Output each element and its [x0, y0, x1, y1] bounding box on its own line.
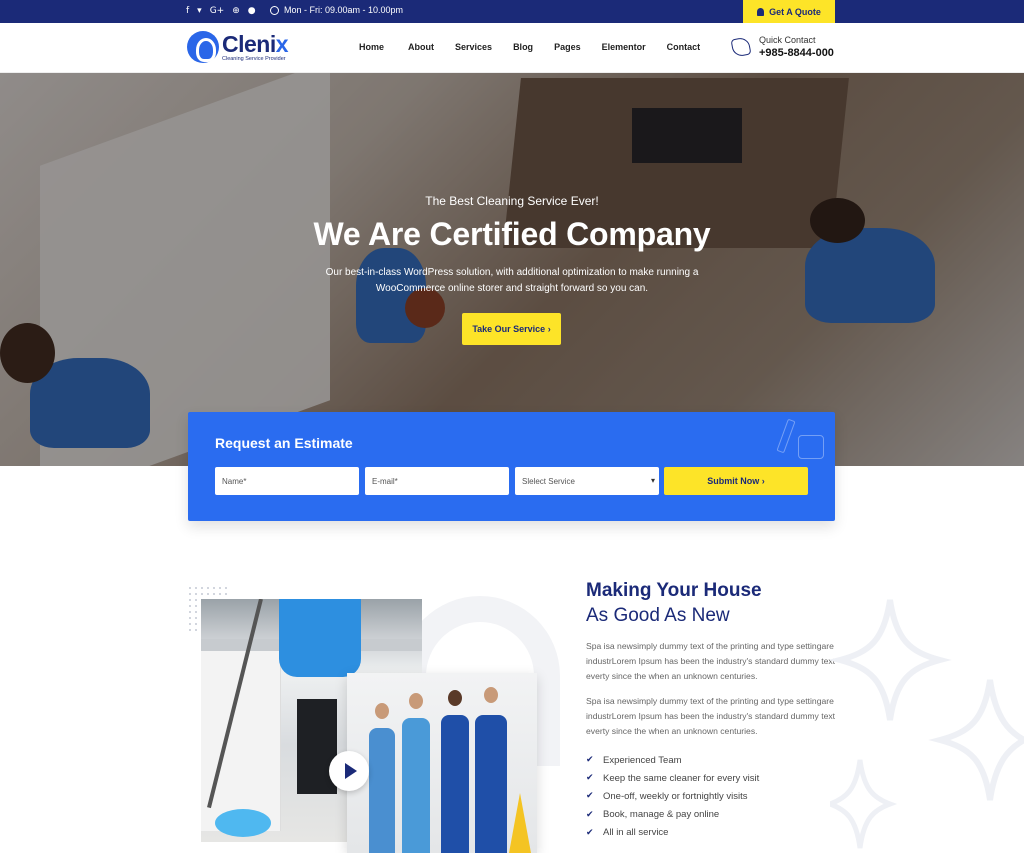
check-icon: ✔ — [586, 755, 594, 766]
facebook-icon[interactable]: f — [186, 5, 189, 17]
logo-name-main: Cleni — [222, 30, 276, 57]
nav-item-blog[interactable]: Blog — [513, 42, 533, 52]
list-item: ✔ Keep the same cleaner for every visit — [586, 769, 759, 787]
list-item: ✔ One-off, weekly or fortnightly visits — [586, 787, 759, 805]
team-member-3-head — [448, 690, 462, 706]
clock-icon — [270, 5, 279, 15]
list-item-label: Keep the same cleaner for every visit — [603, 772, 760, 784]
list-item: ✔ All in all service — [586, 824, 759, 842]
quick-contact-text: Quick Contact +985-8844-000 — [759, 34, 834, 60]
get-a-quote-button[interactable]: Get A Quote — [743, 0, 835, 23]
logo[interactable]: Clenix Cleaning Service Provider — [187, 30, 289, 63]
check-icon: ✔ — [586, 827, 594, 838]
nav-item-contact[interactable]: Contact — [667, 42, 701, 52]
list-item: ✔ Experienced Team — [586, 751, 759, 769]
sparkle-decoration-icon — [830, 599, 1024, 849]
social-links: f ▾ G+ ⊕ ● — [186, 5, 256, 17]
logo-name: Clenix — [222, 30, 289, 57]
list-item: ✔ Book, manage & pay online — [586, 806, 759, 824]
hero-description: Our best-in-class WordPress solution, wi… — [325, 267, 699, 294]
team-member-2 — [402, 718, 430, 853]
name-field[interactable]: Name* — [215, 467, 359, 495]
mop-head — [215, 809, 271, 837]
check-icon: ✔ — [586, 791, 594, 802]
nav-item-about[interactable]: About — [408, 42, 434, 52]
list-item-label: One-off, weekly or fortnightly visits — [603, 790, 748, 802]
about-title-line1: Making Your House — [586, 580, 762, 601]
logo-text: Clenix Cleaning Service Provider — [222, 30, 289, 63]
hero-title: We Are Certified Company — [313, 216, 711, 252]
team-member-4 — [475, 715, 507, 853]
list-item-label: All in all service — [603, 827, 669, 839]
team-member-4-head — [484, 687, 498, 703]
site-header: Clenix Cleaning Service Provider Home Ab… — [0, 23, 1024, 73]
pinterest-icon[interactable]: ⊕ — [232, 5, 240, 17]
about-title-line2: As Good As New — [586, 605, 730, 626]
check-icon: ✔ — [586, 809, 594, 820]
hero-subtitle: The Best Cleaning Service Ever! — [425, 194, 599, 208]
quick-contact-number: +985-8844-000 — [759, 47, 834, 59]
get-a-quote-label: Get A Quote — [769, 6, 821, 17]
list-item-label: Experienced Team — [603, 754, 682, 766]
estimate-title: Request an Estimate — [215, 435, 353, 451]
about-paragraph-2: Spa isa newsimply dummy text of the prin… — [586, 696, 836, 736]
cleaning-tools-icon — [776, 417, 826, 463]
quick-contact[interactable]: Quick Contact +985-8844-000 — [730, 34, 834, 60]
about-paragraph-1: Spa isa newsimply dummy text of the prin… — [586, 641, 836, 681]
team-member-3 — [441, 715, 469, 853]
wet-floor-sign — [509, 793, 531, 853]
nav-item-home[interactable]: Home — [359, 42, 384, 52]
estimate-form: Request an Estimate Name* E-mail* Slelec… — [188, 412, 835, 521]
nav-item-pages[interactable]: Pages — [554, 42, 581, 52]
list-item-label: Book, manage & pay online — [603, 809, 720, 821]
top-bar: f ▾ G+ ⊕ ● Mon - Fri: 09.00am - 10.00pm … — [0, 0, 1024, 23]
logo-mark-icon — [187, 31, 219, 63]
skype-icon[interactable]: ● — [248, 5, 256, 17]
email-field[interactable]: E-mail* — [365, 467, 509, 495]
opening-hours-text: Mon - Fri: 09.00am - 10.00pm — [284, 5, 404, 15]
quick-contact-label: Quick Contact — [759, 35, 816, 45]
hero-section: The Best Cleaning Service Ever! We Are C… — [0, 73, 1024, 466]
opening-hours: Mon - Fri: 09.00am - 10.00pm — [270, 5, 403, 15]
twitter-icon[interactable]: ▾ — [197, 5, 202, 17]
google-plus-icon[interactable]: G+ — [210, 5, 225, 17]
logo-name-accent: x — [275, 30, 289, 57]
main-nav: Home About Services Blog Pages Elementor… — [359, 42, 700, 52]
play-video-button[interactable] — [329, 751, 369, 791]
submit-now-button[interactable]: Submit Now › — [664, 467, 808, 495]
apron — [279, 599, 361, 677]
team-photo — [347, 673, 537, 853]
nav-item-elementor[interactable]: Elementor — [602, 42, 646, 52]
team-member-1 — [369, 728, 395, 853]
check-icon: ✔ — [586, 773, 594, 784]
nav-item-services[interactable]: Services — [455, 42, 492, 52]
feature-checklist: ✔ Experienced Team ✔ Keep the same cleaner… — [586, 751, 759, 842]
logo-tagline: Cleaning Service Provider — [222, 55, 286, 62]
team-member-1-head — [375, 703, 389, 719]
service-select[interactable]: Slelect Service — [515, 467, 659, 495]
take-our-service-button[interactable]: Take Our Service › — [462, 313, 561, 345]
phone-icon — [730, 36, 752, 58]
bell-icon — [757, 7, 765, 16]
team-member-2-head — [409, 693, 423, 709]
